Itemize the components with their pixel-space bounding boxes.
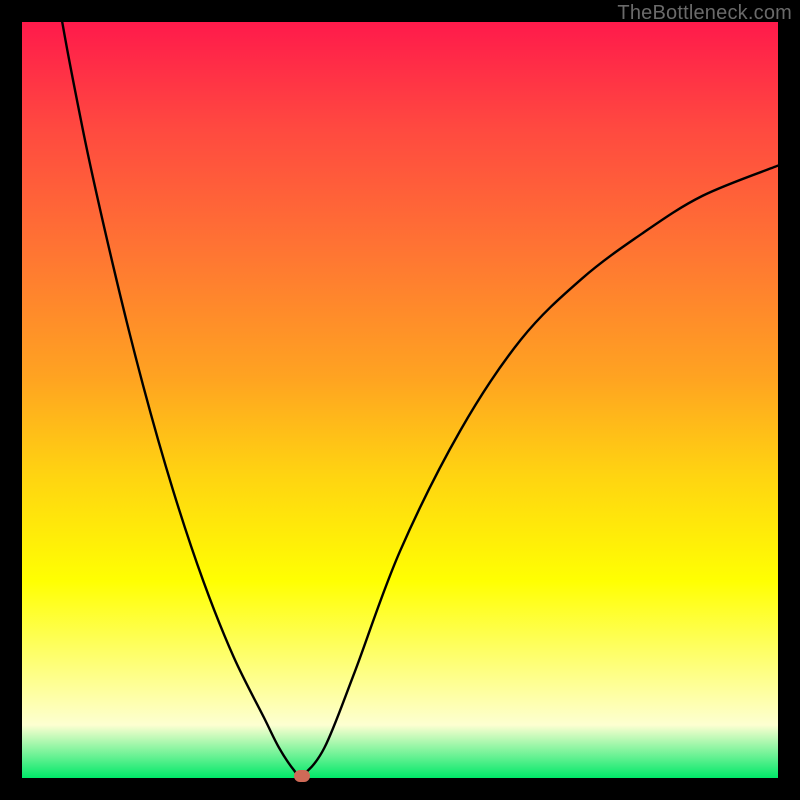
chart-area xyxy=(22,22,778,778)
watermark-text: TheBottleneck.com xyxy=(617,2,792,25)
minimum-marker xyxy=(294,770,310,782)
bottleneck-curve xyxy=(22,22,778,778)
